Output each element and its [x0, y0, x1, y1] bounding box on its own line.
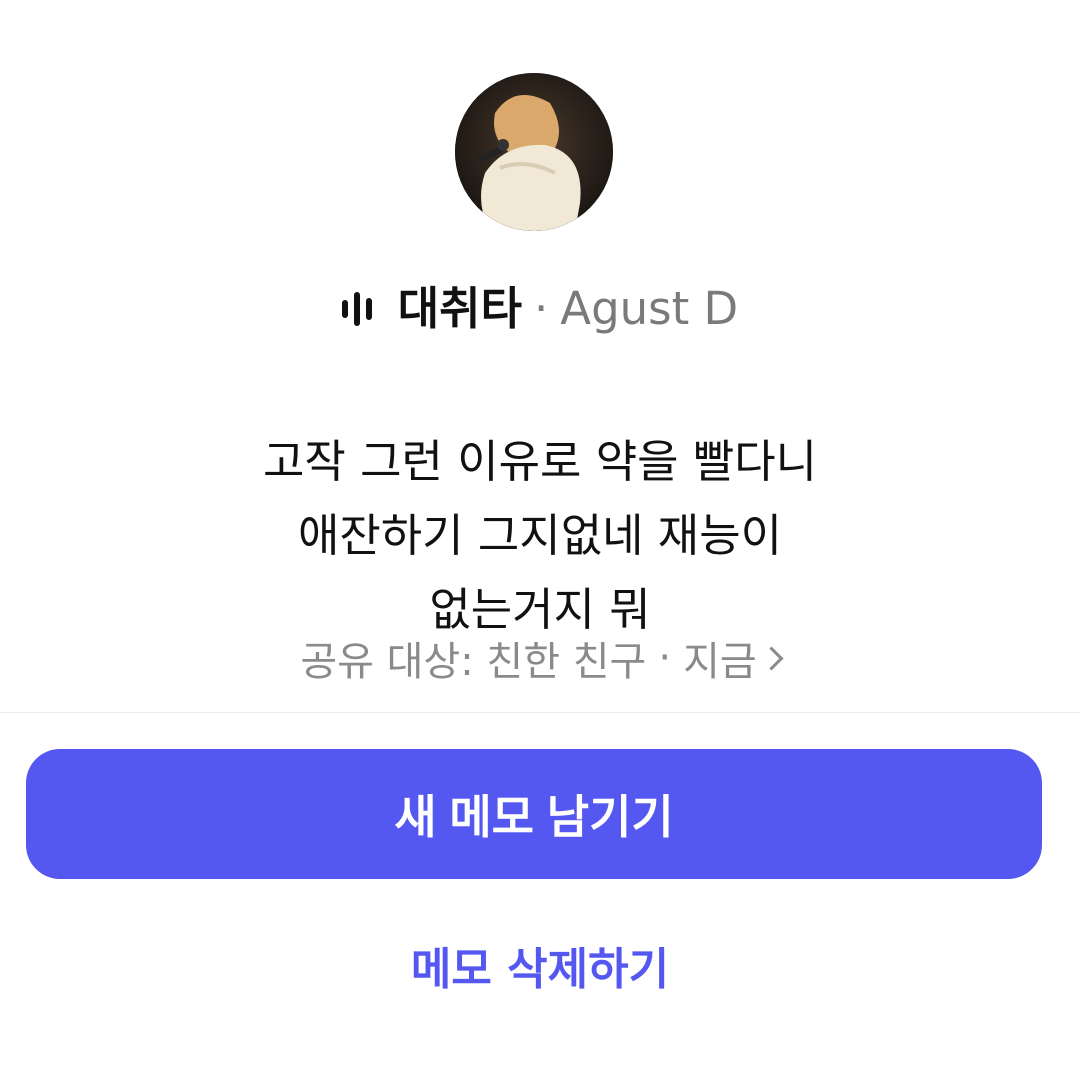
song-artist: Agust D [560, 282, 739, 335]
avatar-photo-icon [455, 73, 613, 231]
audio-wave-icon [341, 289, 372, 329]
share-separator: · [658, 635, 672, 681]
memo-text: 고작 그런 이유로 약을 빨다니 애잔하기 그지없네 재능이 없는거지 뭐 [100, 425, 980, 647]
memo-line: 애잔하기 그지없네 재능이 [297, 509, 782, 562]
share-time: 지금 [683, 639, 757, 685]
leave-new-memo-button[interactable]: 새 메모 남기기 [26, 749, 1042, 879]
memo-line: 고작 그런 이유로 약을 빨다니 [262, 435, 818, 488]
song-title: 대취타 [397, 282, 522, 335]
song-info[interactable]: 대취타 · Agust D [0, 278, 1080, 340]
share-audience-label: 공유 대상: 친한 친구 [300, 639, 647, 685]
share-audience-link[interactable]: 공유 대상: 친한 친구 · 지금 [0, 630, 1080, 686]
memo-sheet: 대취타 · Agust D 고작 그런 이유로 약을 빨다니 애잔하기 그지없네… [0, 0, 1080, 1080]
profile-avatar[interactable] [455, 73, 613, 231]
chevron-right-icon [759, 645, 784, 671]
divider [0, 712, 1080, 713]
song-separator: · [533, 282, 549, 335]
delete-memo-button[interactable]: 메모 삭제하기 [0, 930, 1080, 1000]
